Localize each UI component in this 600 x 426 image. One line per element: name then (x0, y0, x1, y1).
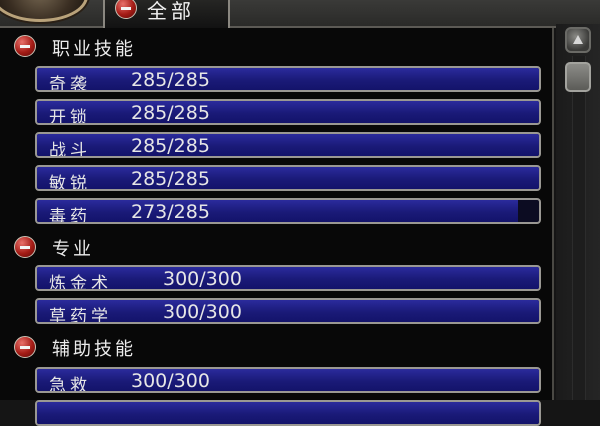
category-label: 辅助技能 (52, 339, 136, 360)
skill-value: 285/285 (131, 135, 210, 157)
category-label: 职业技能 (52, 39, 136, 60)
skill-bar[interactable]: 奇袭 285/285 (35, 66, 541, 92)
scroll-track[interactable] (572, 56, 586, 400)
skill-name: 敏锐 (49, 174, 91, 191)
collapse-toggle-icon[interactable] (14, 236, 36, 258)
skill-value: 300/300 (163, 268, 242, 290)
skill-progress-fill (37, 402, 539, 424)
skill-name: 奇袭 (49, 75, 91, 92)
skill-progress-fill (37, 267, 539, 289)
skill-bar[interactable] (35, 400, 541, 426)
skill-name: 毒药 (49, 207, 91, 224)
skill-value: 300/300 (131, 370, 210, 392)
skill-bar[interactable]: 炼金术 300/300 (35, 265, 541, 291)
skill-progress-fill (37, 68, 539, 90)
skill-progress-fill (37, 200, 518, 222)
arrow-up-icon (573, 35, 583, 44)
category-label: 专业 (52, 239, 94, 260)
skill-value: 285/285 (131, 69, 210, 91)
skill-value: 285/285 (131, 102, 210, 124)
skill-bar[interactable]: 毒药 273/285 (35, 198, 541, 224)
skill-progress-fill (37, 101, 539, 123)
skill-value: 273/285 (131, 201, 210, 223)
skill-name: 草药学 (49, 307, 112, 324)
scroll-thumb[interactable] (565, 62, 591, 92)
skill-progress-fill (37, 369, 539, 391)
skill-name: 急救 (49, 376, 91, 393)
skill-value: 300/300 (163, 301, 242, 323)
skills-panel: 职业技能 奇袭 285/285 开锁 285/285 战斗 285/285 敏锐… (0, 28, 554, 426)
skill-progress-fill (37, 167, 539, 189)
skill-bar[interactable]: 开锁 285/285 (35, 99, 541, 125)
tab-all[interactable]: 全部 (103, 0, 230, 28)
skill-progress-fill (37, 134, 539, 156)
scroll-up-button[interactable] (565, 27, 591, 53)
minus-icon[interactable] (115, 0, 137, 19)
skill-bar[interactable]: 急救 300/300 (35, 367, 541, 393)
tab-label: 全部 (147, 0, 195, 23)
skill-name: 战斗 (49, 141, 91, 158)
skill-progress-fill (37, 300, 539, 322)
skill-name: 开锁 (49, 108, 91, 125)
collapse-toggle-icon[interactable] (14, 35, 36, 57)
collapse-toggle-icon[interactable] (14, 336, 36, 358)
top-bar (0, 0, 600, 28)
skill-bar[interactable]: 草药学 300/300 (35, 298, 541, 324)
skill-bar[interactable]: 敏锐 285/285 (35, 165, 541, 191)
skill-value: 285/285 (131, 168, 210, 190)
skill-bar[interactable]: 战斗 285/285 (35, 132, 541, 158)
skill-name: 炼金术 (49, 274, 112, 291)
